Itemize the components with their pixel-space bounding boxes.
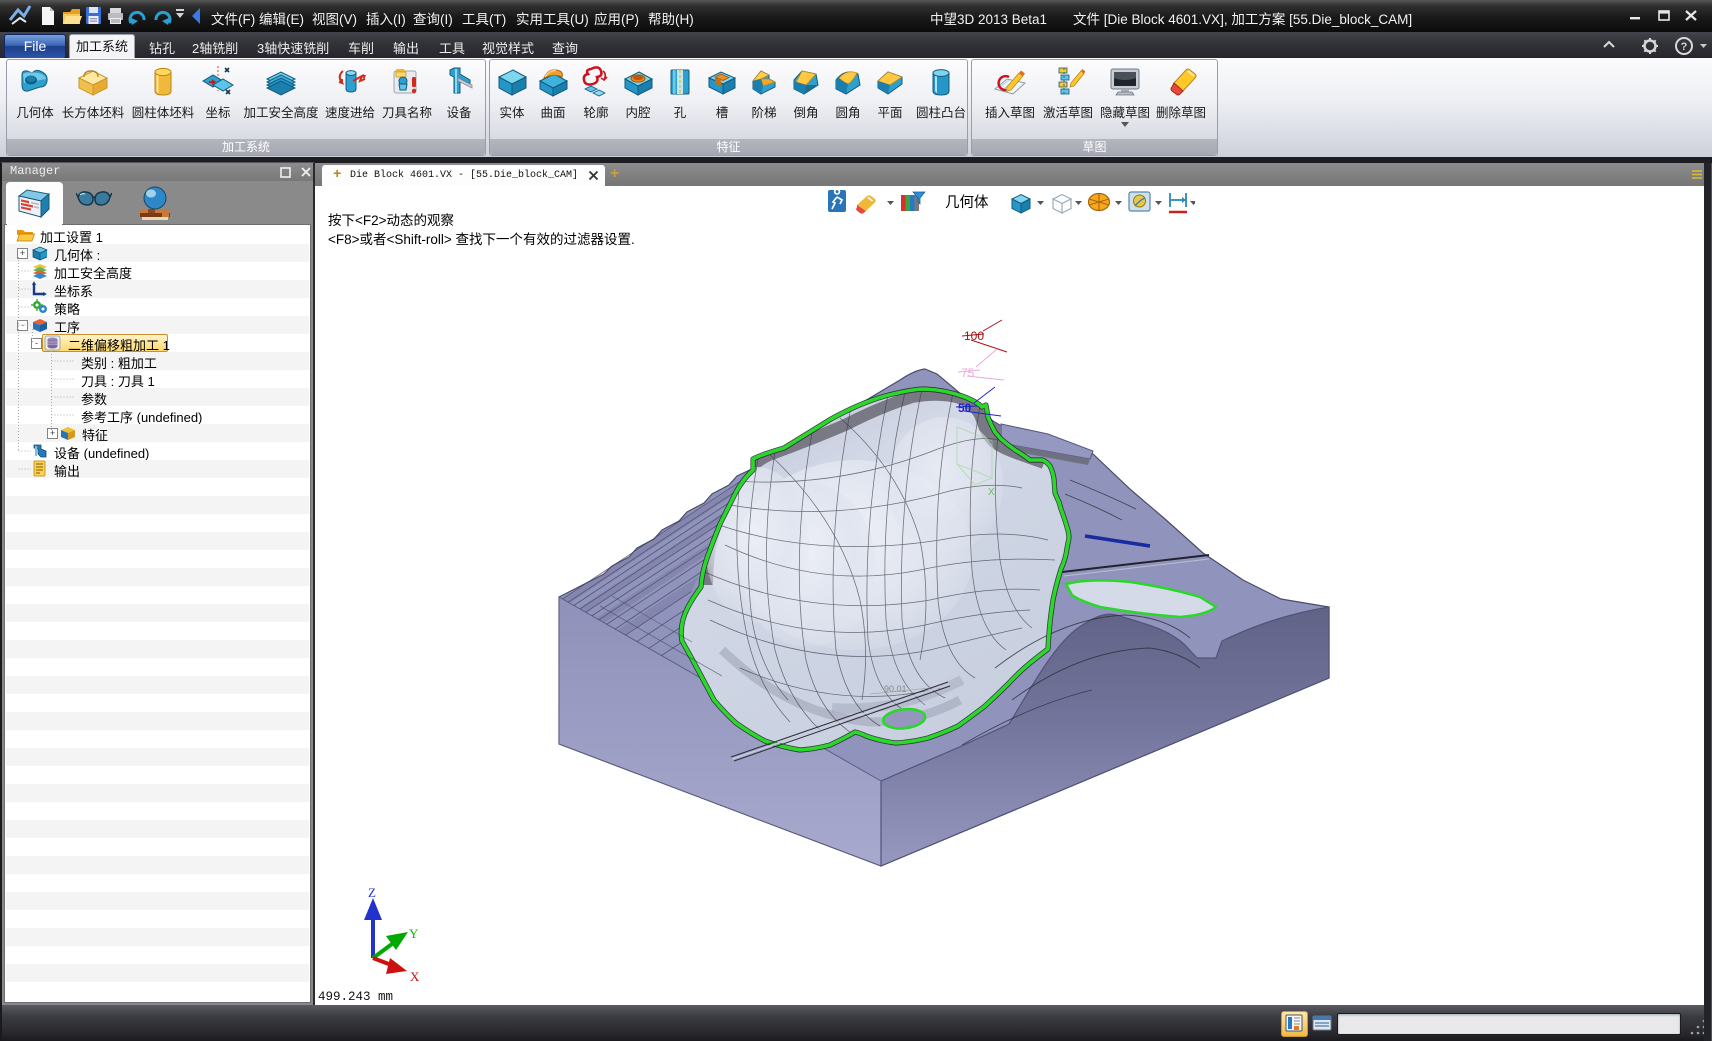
svg-text:?: ?	[1681, 41, 1688, 53]
svg-text:几何体: 几何体	[945, 194, 989, 211]
